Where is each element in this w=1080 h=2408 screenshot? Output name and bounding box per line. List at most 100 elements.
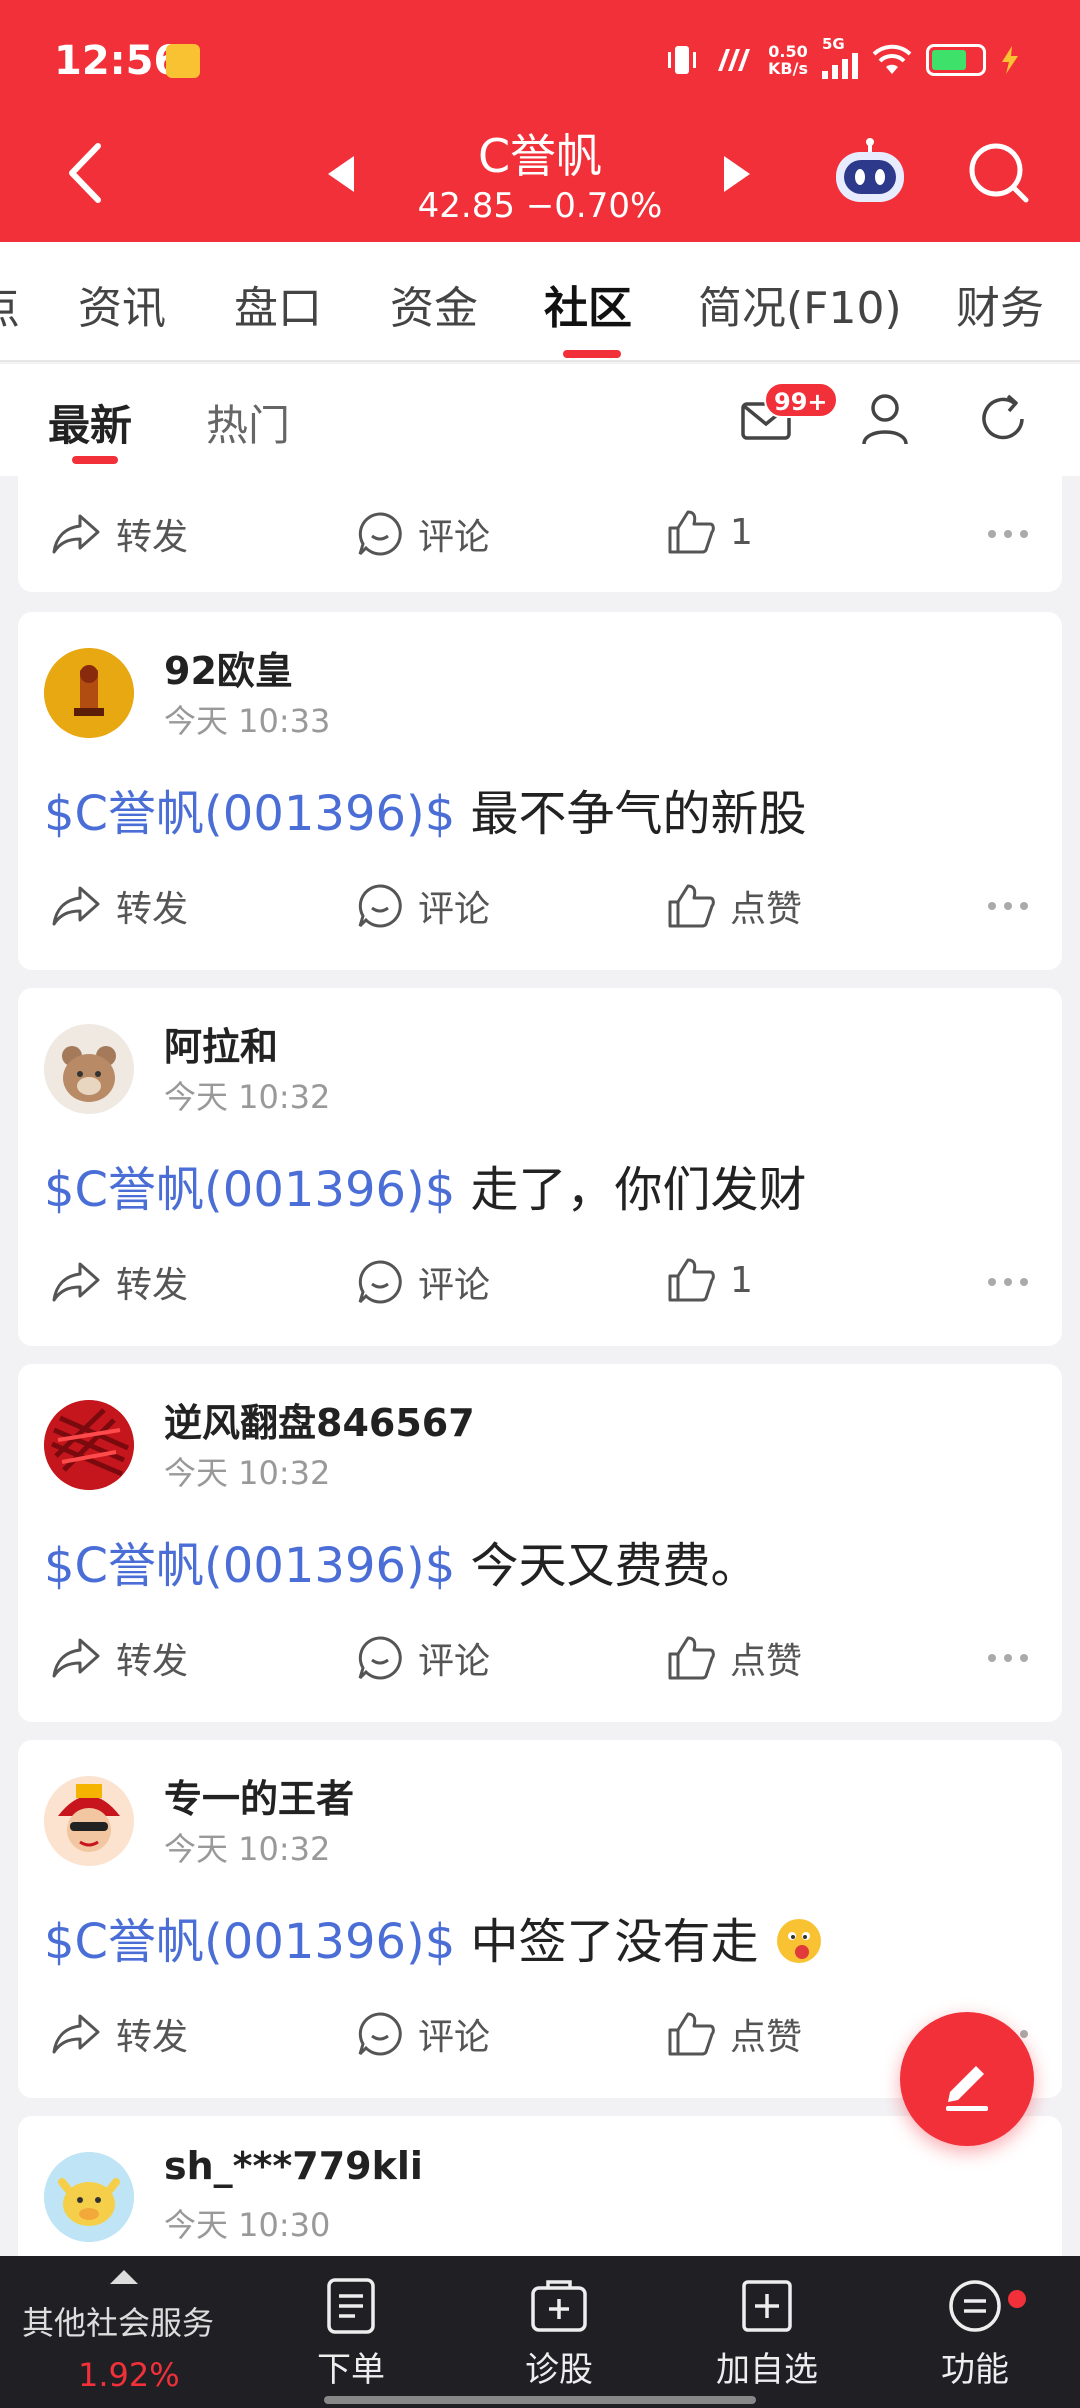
search-icon[interactable] — [966, 140, 1032, 206]
functions-icon — [949, 2280, 1001, 2332]
tab-news[interactable]: 资讯 — [78, 272, 166, 336]
tab-finance[interactable]: 财务 — [956, 272, 1044, 336]
forward-button[interactable]: 转发 — [50, 1632, 188, 1684]
notification-dot — [1008, 2290, 1026, 2308]
subtab-hot[interactable]: 热门 — [206, 392, 290, 453]
post-time: 今天 10:32 — [164, 1454, 331, 1492]
home-indicator[interactable] — [324, 2396, 756, 2404]
diagnose-icon — [531, 2280, 587, 2332]
post-username[interactable]: sh_***779kli — [164, 2144, 423, 2188]
emoji-icon — [776, 1919, 821, 1963]
like-count: 1 — [730, 1259, 753, 1301]
post-content[interactable]: $C誉帆(001396)$ 走了，你们发财 — [44, 1150, 807, 1220]
robot-assistant-icon[interactable] — [832, 136, 908, 208]
post-content[interactable]: $C誉帆(001396)$ 今天又费费。 — [44, 1526, 759, 1596]
like-button[interactable]: 1 — [666, 1256, 753, 1304]
tab-cutoff[interactable]: 点 — [0, 272, 20, 336]
post-time: 今天 10:32 — [164, 1830, 331, 1868]
post-text: 中签了没有走 — [455, 1914, 759, 1970]
stock-title: C誉帆 42.85 −0.70% — [300, 118, 780, 238]
post-time: 今天 10:30 — [164, 2206, 331, 2244]
forward-button[interactable]: 转发 — [50, 1256, 188, 1308]
forward-button[interactable]: 转发 — [50, 880, 188, 932]
active-tab-indicator — [563, 350, 621, 358]
like-button[interactable]: 点赞 — [666, 1632, 802, 1684]
forward-button[interactable]: 转发 — [50, 508, 188, 560]
post-content[interactable]: $C誉帆(001396)$ 中签了没有走 — [44, 1902, 824, 1972]
forward-icon — [52, 1638, 100, 1678]
like-button[interactable]: 点赞 — [666, 880, 802, 932]
comment-button[interactable]: 评论 — [356, 508, 490, 560]
post-username[interactable]: 逆风翻盘846567 — [164, 1392, 475, 1447]
compose-post-button[interactable] — [900, 2012, 1034, 2146]
comment-label: 评论 — [418, 517, 491, 558]
avatar[interactable] — [44, 1400, 134, 1490]
sub-tabs: 最新 热门 99+ — [0, 364, 1080, 476]
notification-icon — [166, 44, 200, 78]
next-stock-icon[interactable] — [724, 156, 750, 192]
comment-label: 评论 — [418, 2017, 491, 2058]
comment-button[interactable]: 评论 — [356, 1632, 490, 1684]
order-icon — [327, 2278, 375, 2334]
app-header: 12:56 0.50 KB/s 5G C誉帆 42.85 −0.70% — [0, 0, 1080, 242]
post-text: 最不争气的新股 — [455, 786, 807, 842]
user-icon[interactable] — [860, 392, 910, 446]
nav-order[interactable]: 下单 — [276, 2278, 426, 2391]
message-count-badge: 99+ — [764, 382, 838, 418]
tab-community[interactable]: 社区 — [544, 272, 632, 336]
nav-diagnose-label: 诊股 — [525, 2350, 593, 2390]
nav-diagnose[interactable]: 诊股 — [484, 2278, 634, 2391]
carrier-icon — [718, 49, 751, 71]
avatar[interactable] — [44, 2152, 134, 2242]
post-username[interactable]: 专一的王者 — [164, 1768, 354, 1823]
like-label: 点赞 — [730, 1641, 803, 1682]
network-type: 5G — [822, 35, 845, 53]
stock-tag-link[interactable]: $C誉帆(001396)$ — [44, 1162, 455, 1218]
comment-icon — [358, 1636, 402, 1680]
like-button[interactable]: 1 — [666, 508, 753, 556]
post-content[interactable]: $C誉帆(001396)$ 最不争气的新股 — [44, 774, 807, 844]
more-options-icon[interactable] — [988, 530, 1028, 538]
back-arrow-icon[interactable] — [60, 138, 120, 208]
tab-funds[interactable]: 资金 — [390, 272, 478, 336]
post-card[interactable]: 逆风翻盘846567 今天 10:32 $C誉帆(001396)$ 今天又费费。… — [18, 1364, 1062, 1722]
comment-label: 评论 — [418, 1265, 491, 1306]
more-options-icon[interactable] — [988, 1654, 1028, 1662]
more-options-icon[interactable] — [988, 1278, 1028, 1286]
add-watchlist-icon — [742, 2280, 792, 2332]
post-actions: 转发 评论 点赞 — [18, 1632, 1062, 1692]
comment-icon — [358, 1260, 402, 1304]
stock-tag-link[interactable]: $C誉帆(001396)$ — [44, 786, 455, 842]
nav-functions[interactable]: 功能 — [900, 2278, 1050, 2391]
like-button[interactable]: 点赞 — [666, 2008, 802, 2060]
stock-tag-link[interactable]: $C誉帆(001396)$ — [44, 1914, 455, 1970]
more-options-icon[interactable] — [988, 902, 1028, 910]
avatar[interactable] — [44, 1776, 134, 1866]
signal-bars-icon — [822, 49, 858, 79]
nav-add-watchlist[interactable]: 加自选 — [692, 2278, 842, 2391]
post-username[interactable]: 阿拉和 — [164, 1016, 278, 1071]
wifi-icon — [872, 44, 912, 74]
forward-button[interactable]: 转发 — [50, 2008, 188, 2060]
stock-tag-link[interactable]: $C誉帆(001396)$ — [44, 1538, 455, 1594]
other-service-toggle[interactable]: 其他社会服务 1.92% — [0, 2256, 250, 2408]
post-card[interactable]: 92欧皇 今天 10:33 $C誉帆(001396)$ 最不争气的新股 转发 评… — [18, 612, 1062, 970]
post-username[interactable]: 92欧皇 — [164, 640, 293, 695]
tab-f10[interactable]: 简况(F10) — [698, 272, 902, 336]
post-time: 今天 10:33 — [164, 702, 331, 740]
post-card: 转发 评论 1 — [18, 476, 1062, 592]
expand-up-icon — [110, 2270, 138, 2284]
other-service-pct: 1.92% — [78, 2356, 180, 2394]
tab-handicap[interactable]: 盘口 — [234, 272, 322, 336]
comment-button[interactable]: 评论 — [356, 2008, 490, 2060]
forward-label: 转发 — [116, 1641, 189, 1682]
comment-button[interactable]: 评论 — [356, 1256, 490, 1308]
avatar[interactable] — [44, 648, 134, 738]
refresh-icon[interactable] — [976, 392, 1030, 446]
forward-label: 转发 — [116, 889, 189, 930]
avatar[interactable] — [44, 1024, 134, 1114]
post-card[interactable]: 阿拉和 今天 10:32 $C誉帆(001396)$ 走了，你们发财 转发 评论… — [18, 988, 1062, 1346]
comment-button[interactable]: 评论 — [356, 880, 490, 932]
nav-functions-label: 功能 — [941, 2350, 1009, 2390]
subtab-latest[interactable]: 最新 — [48, 392, 132, 453]
